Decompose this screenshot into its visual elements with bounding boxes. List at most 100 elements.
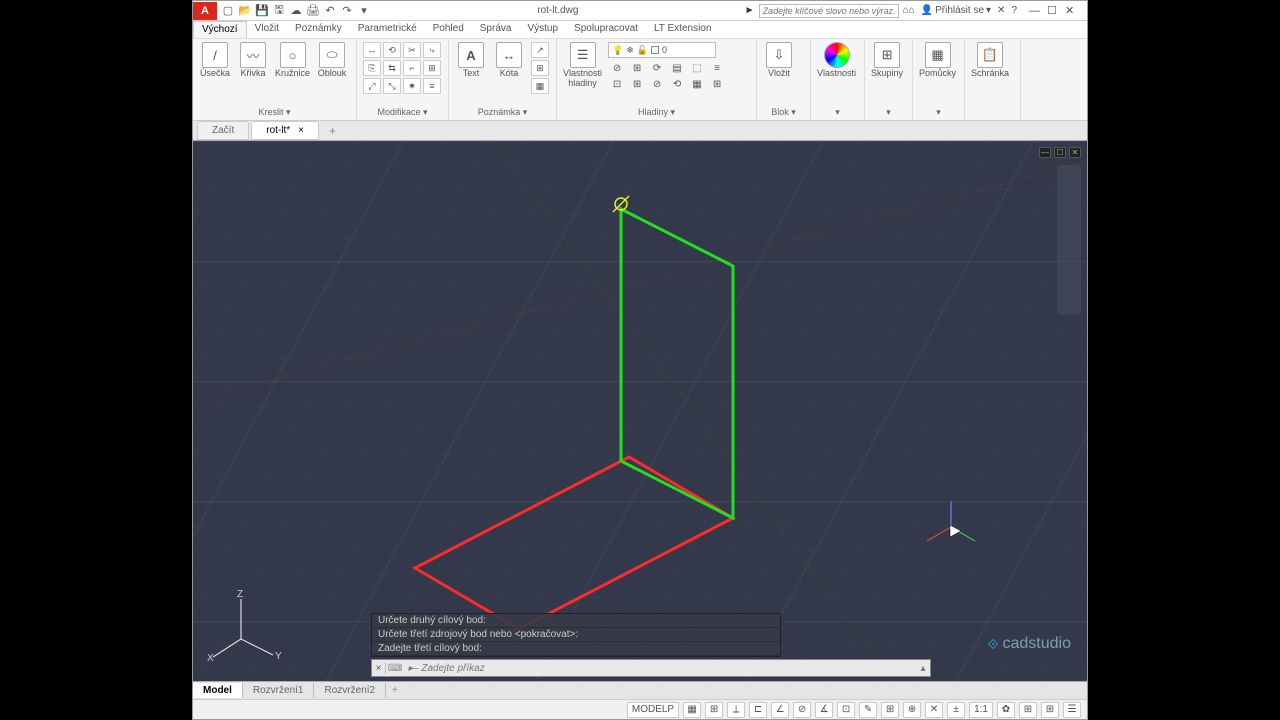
panel-modify-title[interactable]: Modifikace ▾ (363, 105, 442, 120)
status-isolate-icon[interactable]: ⊞ (1041, 702, 1059, 718)
ribbon-tab-collab[interactable]: Spolupracovat (566, 21, 646, 38)
window-minimize-button[interactable]: — (1029, 4, 1045, 17)
layer-tool-icon[interactable]: ⊡ (608, 77, 626, 91)
layer-tool-icon[interactable]: ⊞ (708, 77, 726, 91)
status-ui-lock-icon[interactable]: ⊞ (1019, 702, 1037, 718)
panel-groups-title[interactable]: ▾ (871, 105, 906, 120)
infocenter-icon[interactable]: ⌂⌂ (903, 5, 915, 16)
qat-open-icon[interactable]: 📂 (238, 4, 252, 18)
help-icon[interactable]: ? (1011, 5, 1017, 16)
groups-button[interactable]: ⊞Skupiny (871, 42, 903, 79)
exchange-icon[interactable]: ✕ (997, 5, 1005, 16)
panel-draw-title[interactable]: Kreslit ▾ (199, 105, 350, 120)
status-isodraft-icon[interactable]: ∠ (771, 702, 789, 718)
qat-undo-icon[interactable]: ↶ (323, 4, 337, 18)
leader-icon[interactable]: ↗ (531, 42, 549, 58)
ribbon-tab-home[interactable]: Výchozí (193, 21, 247, 38)
doc-tab-current[interactable]: rot-lt*× (251, 121, 319, 140)
arc-button[interactable]: ⬭Oblouk (316, 42, 348, 79)
status-lwt-icon[interactable]: ⊡ (837, 702, 855, 718)
fillet-icon[interactable]: ⌐ (403, 60, 421, 76)
panel-anno-title[interactable]: Poznámka ▾ (455, 105, 550, 120)
doc-tab-start[interactable]: Začít (197, 121, 249, 140)
window-close-button[interactable]: ✕ (1065, 4, 1081, 17)
command-line[interactable]: × ⌨ ▸– Zadejte příkaz ▴ (371, 659, 931, 677)
trim-icon[interactable]: ✂ (403, 42, 421, 58)
dimension-button[interactable]: ↔Kóta (493, 42, 525, 79)
viewport-maximize-button[interactable]: ☐ (1054, 147, 1066, 158)
doc-tab-new-button[interactable]: + (321, 124, 344, 138)
hatch-icon[interactable]: ▦ (531, 78, 549, 94)
circle-button[interactable]: ○Kružnice (275, 42, 310, 79)
cmdline-close-icon[interactable]: × (372, 663, 386, 674)
status-annoscale-button[interactable]: 1:1 (969, 702, 993, 718)
qat-save-icon[interactable]: 💾 (255, 4, 269, 18)
panel-utils-title[interactable]: ▾ (919, 105, 958, 120)
layer-props-button[interactable]: ☰Vlastnosti hladiny (563, 42, 602, 89)
text-button[interactable]: AText (455, 42, 487, 79)
status-qprops-icon[interactable]: ✕ (925, 702, 943, 718)
layer-tool-icon[interactable]: ▦ (688, 77, 706, 91)
layer-dropdown[interactable]: 💡❄🔓0 (608, 42, 716, 58)
layer-tool-icon[interactable]: ⟳ (648, 61, 666, 75)
cmdline-prompt[interactable]: ▸– Zadejte příkaz (404, 663, 916, 674)
layer-tool-icon[interactable]: ▤ (668, 61, 686, 75)
array-icon[interactable]: ⊞ (423, 60, 441, 76)
qat-redo-icon[interactable]: ↷ (340, 4, 354, 18)
viewport-close-button[interactable]: ✕ (1069, 147, 1081, 158)
search-input[interactable] (759, 4, 899, 18)
ribbon-tab-view[interactable]: Pohled (425, 21, 472, 38)
layer-tool-icon[interactable]: ⊞ (628, 77, 646, 91)
properties-button[interactable]: Vlastnosti (817, 42, 856, 79)
rotate-icon[interactable]: ⟲ (383, 42, 401, 58)
navigation-bar[interactable] (1057, 165, 1081, 315)
status-customize-icon[interactable]: ☰ (1063, 702, 1081, 718)
status-snap-icon[interactable]: ⊞ (705, 702, 723, 718)
scale-icon[interactable]: ⤡ (383, 78, 401, 94)
status-transparency-icon[interactable]: ✎ (859, 702, 877, 718)
layer-tool-icon[interactable]: ⟲ (668, 77, 686, 91)
polyline-button[interactable]: 〰Křivka (237, 42, 269, 79)
qat-dropdown-icon[interactable]: ▾ (357, 4, 371, 18)
cmdline-customize-icon[interactable]: ⌨ (386, 663, 404, 674)
explode-icon[interactable]: ✷ (403, 78, 421, 94)
status-space-button[interactable]: MODELP (627, 702, 679, 718)
qat-cloud-icon[interactable]: ☁ (289, 4, 303, 18)
qat-new-icon[interactable]: ▢ (221, 4, 235, 18)
line-button[interactable]: /Úsečka (199, 42, 231, 79)
offset-icon[interactable]: ≡ (423, 78, 441, 94)
panel-layers-title[interactable]: Hladiny ▾ (563, 105, 750, 120)
drawing-canvas[interactable]: Z X Y — ☐ ✕ Určete druhý cílový bod: Urč… (193, 141, 1087, 681)
status-osnap-icon[interactable]: ⊘ (793, 702, 811, 718)
qat-saveas-icon[interactable]: 🖫 (272, 4, 286, 18)
layout-tab-add-button[interactable]: + (386, 685, 404, 696)
ribbon-tab-ltext[interactable]: LT Extension (646, 21, 719, 38)
layer-tool-icon[interactable]: ⊘ (608, 61, 626, 75)
panel-props-title[interactable]: ▾ (817, 105, 858, 120)
doc-tab-close-icon[interactable]: × (298, 125, 304, 136)
qat-plot-icon[interactable]: 🖨 (306, 4, 320, 18)
layer-tool-icon[interactable]: ≡ (708, 61, 726, 75)
move-icon[interactable]: ↔ (363, 42, 381, 58)
status-units-icon[interactable]: ± (947, 702, 965, 718)
ribbon-tab-parametric[interactable]: Parametrické (350, 21, 425, 38)
cmdline-recent-icon[interactable]: ▴ (916, 663, 930, 674)
utilities-button[interactable]: ▦Pomůcky (919, 42, 956, 79)
layer-tool-icon[interactable]: ⊘ (648, 77, 666, 91)
extend-icon[interactable]: ⤷ (423, 42, 441, 58)
insert-block-button[interactable]: ⇩Vložit (763, 42, 795, 79)
status-otrack-icon[interactable]: ∡ (815, 702, 833, 718)
status-grid-icon[interactable]: ▦ (683, 702, 701, 718)
ribbon-tab-output[interactable]: Výstup (519, 21, 566, 38)
copy-icon[interactable]: ⎘ (363, 60, 381, 76)
clipboard-button[interactable]: 📋Schránka (971, 42, 1009, 79)
ribbon-tab-insert[interactable]: Vložit (247, 21, 287, 38)
layer-tool-icon[interactable]: ⊞ (628, 61, 646, 75)
status-annomonitor-icon[interactable]: ⊕ (903, 702, 921, 718)
layout-tab-1[interactable]: Rozvržení1 (243, 683, 315, 698)
mirror-icon[interactable]: ⇆ (383, 60, 401, 76)
panel-clip-title[interactable] (971, 116, 1014, 120)
app-menu-button[interactable]: A (193, 2, 217, 20)
status-cycling-icon[interactable]: ⊞ (881, 702, 899, 718)
layer-tool-icon[interactable]: ⬚ (688, 61, 706, 75)
